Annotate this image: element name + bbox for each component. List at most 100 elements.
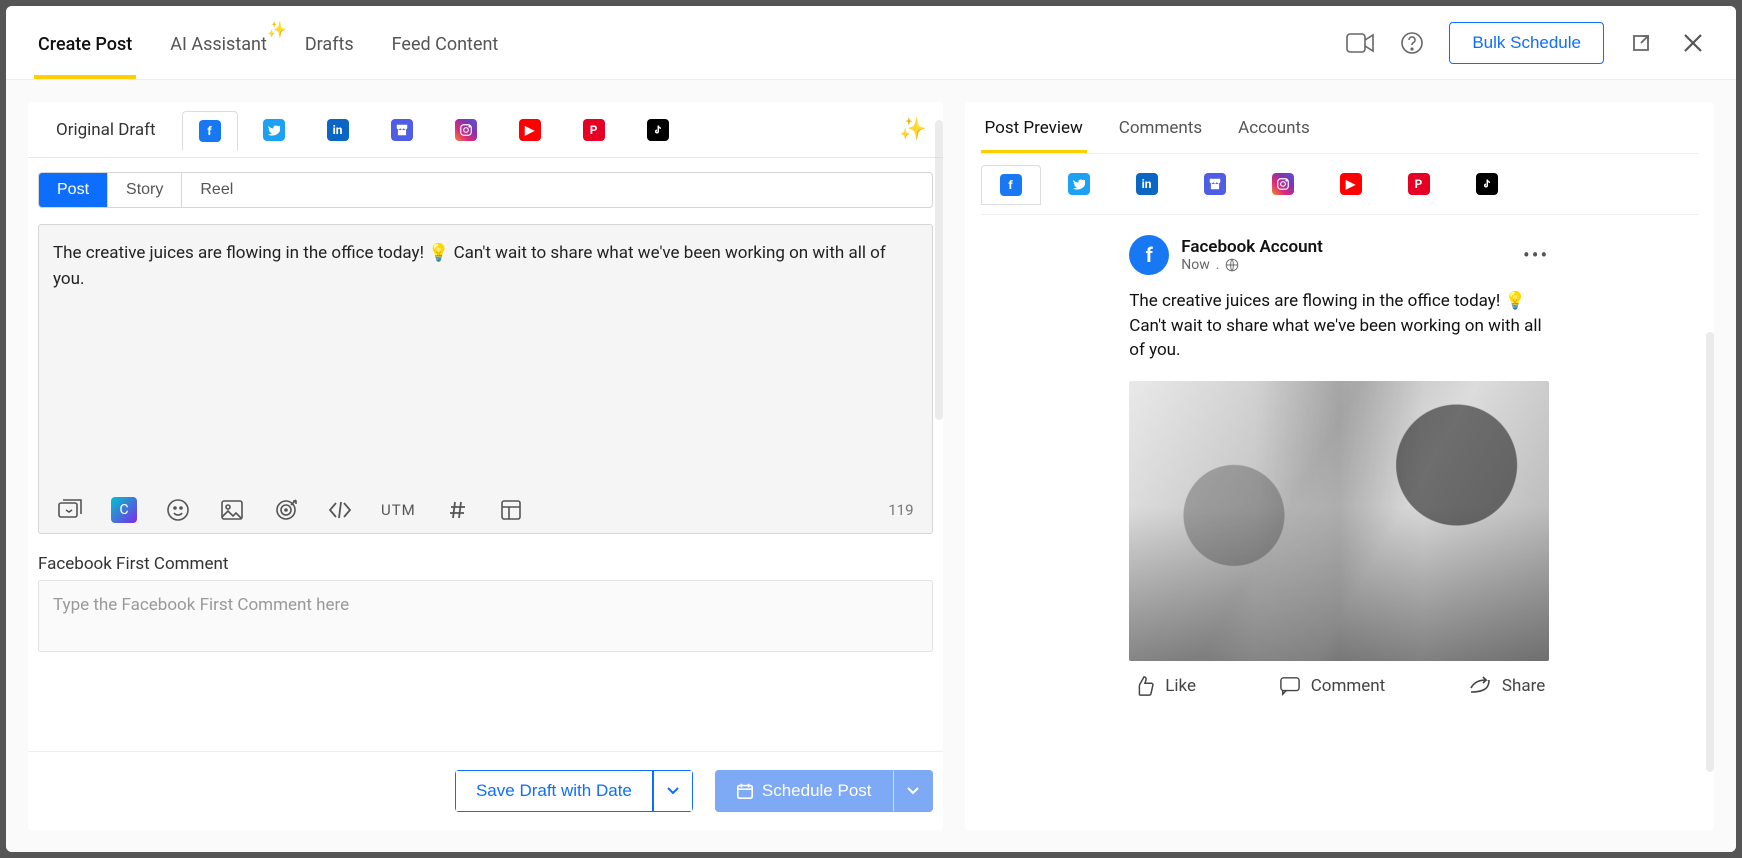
like-icon	[1133, 675, 1155, 697]
tab-ai-assistant-label: AI Assistant	[170, 34, 267, 55]
template-icon[interactable]	[498, 497, 524, 523]
pinterest-icon: P	[1408, 173, 1430, 195]
channel-pinterest[interactable]: P	[566, 110, 622, 150]
channel-instagram[interactable]	[438, 110, 494, 150]
gmb-icon	[391, 119, 413, 141]
fb-preview-header: f Facebook Account Now . •••	[1129, 235, 1549, 275]
original-draft-tab[interactable]: Original Draft	[38, 106, 174, 154]
fb-preview-actions: Like Comment Share	[1129, 661, 1549, 697]
tab-comments[interactable]: Comments	[1115, 106, 1206, 153]
fb-share-button[interactable]: Share	[1468, 675, 1545, 697]
preview-channel-gmb[interactable]	[1185, 164, 1245, 204]
tab-create-post[interactable]: Create Post	[34, 10, 136, 79]
tab-drafts[interactable]: Drafts	[301, 10, 358, 79]
youtube-icon: ▶	[519, 119, 541, 141]
post-text-input[interactable]: The creative juices are flowing in the o…	[39, 225, 932, 487]
avatar: f	[1129, 235, 1169, 275]
preview-channel-facebook[interactable]: f	[981, 165, 1041, 205]
twitter-icon	[263, 119, 285, 141]
preview-channel-instagram[interactable]	[1253, 164, 1313, 204]
help-icon[interactable]	[1397, 28, 1427, 58]
dot: .	[1216, 257, 1220, 273]
channel-linkedin[interactable]: in	[310, 110, 366, 150]
editor-box: The creative juices are flowing in the o…	[38, 224, 933, 534]
sparkle-icon: ✨	[267, 20, 287, 39]
gmb-icon	[1204, 173, 1226, 195]
instagram-icon	[1272, 173, 1294, 195]
save-draft-chevron[interactable]	[653, 770, 693, 812]
youtube-icon: ▶	[1340, 173, 1362, 195]
save-draft-button[interactable]: Save Draft with Date	[455, 770, 653, 812]
utm-button[interactable]: UTM	[381, 501, 416, 519]
topbar: Create Post AI Assistant ✨ Drafts Feed C…	[6, 6, 1736, 80]
post-type-reel[interactable]: Reel	[182, 173, 251, 207]
schedule-post-button[interactable]: Schedule Post	[715, 770, 893, 812]
tab-ai-assistant[interactable]: AI Assistant ✨	[166, 10, 271, 79]
post-type-story[interactable]: Story	[108, 173, 182, 207]
top-tabs: Create Post AI Assistant ✨ Drafts Feed C…	[34, 6, 502, 79]
expand-icon[interactable]	[1626, 28, 1656, 58]
compose-footer: Save Draft with Date Schedule Post	[28, 751, 943, 830]
facebook-icon: f	[1000, 174, 1022, 196]
code-icon[interactable]	[327, 497, 353, 523]
first-comment-input[interactable]: Type the Facebook First Comment here	[38, 580, 933, 652]
more-icon[interactable]: •••	[1523, 243, 1549, 267]
post-type-segment: Post Story Reel	[38, 172, 933, 208]
emoji-icon[interactable]	[165, 497, 191, 523]
char-count: 119	[888, 501, 913, 519]
body: Original Draft f in ▶ P ✨ Post Story Ree…	[6, 80, 1736, 852]
preview-channel-tiktok[interactable]	[1457, 164, 1517, 204]
linkedin-icon: in	[327, 119, 349, 141]
preview-channel-row: f in ▶ P	[981, 154, 1698, 215]
fb-post-meta: Now .	[1181, 257, 1323, 273]
video-icon[interactable]	[1345, 28, 1375, 58]
channel-gmb[interactable]	[374, 110, 430, 150]
preview-panel: Post Preview Comments Accounts f in ▶ P …	[965, 102, 1714, 830]
calendar-icon	[736, 782, 754, 800]
post-type-post[interactable]: Post	[39, 173, 108, 207]
fb-comment-button[interactable]: Comment	[1279, 675, 1386, 697]
channel-youtube[interactable]: ▶	[502, 110, 558, 150]
image-icon[interactable]	[219, 497, 245, 523]
tab-post-preview[interactable]: Post Preview	[981, 106, 1087, 153]
fb-post-time: Now	[1181, 257, 1210, 273]
bulk-schedule-button[interactable]: Bulk Schedule	[1449, 22, 1604, 64]
scrollbar[interactable]	[1706, 332, 1714, 772]
globe-icon	[1225, 258, 1239, 272]
tiktok-icon	[1476, 173, 1498, 195]
preview-channel-pinterest[interactable]: P	[1389, 164, 1449, 204]
fb-like-button[interactable]: Like	[1133, 675, 1196, 697]
preview-tabs: Post Preview Comments Accounts	[981, 106, 1698, 154]
ai-sparkle-icon[interactable]: ✨	[899, 117, 926, 142]
preview-channel-twitter[interactable]	[1049, 164, 1109, 204]
channel-twitter[interactable]	[246, 110, 302, 150]
linkedin-icon: in	[1136, 173, 1158, 195]
tiktok-icon	[647, 119, 669, 141]
tab-feed-content[interactable]: Feed Content	[388, 10, 503, 79]
channel-facebook[interactable]: f	[182, 111, 238, 151]
schedule-post-label: Schedule Post	[762, 781, 872, 801]
facebook-icon: f	[199, 120, 221, 142]
preview-channel-linkedin[interactable]: in	[1117, 164, 1177, 204]
schedule-post-split: Schedule Post	[715, 770, 933, 812]
fb-preview-body: The creative juices are flowing in the o…	[1129, 289, 1549, 363]
canva-icon[interactable]: C	[111, 497, 137, 523]
twitter-icon	[1068, 173, 1090, 195]
pinterest-icon: P	[583, 119, 605, 141]
channel-tiktok[interactable]	[630, 110, 686, 150]
preview-channel-youtube[interactable]: ▶	[1321, 164, 1381, 204]
scrollbar[interactable]	[935, 120, 943, 420]
first-comment-label: Facebook First Comment	[38, 554, 933, 574]
instagram-icon	[455, 119, 477, 141]
schedule-post-chevron[interactable]	[893, 770, 933, 812]
compose-panel: Original Draft f in ▶ P ✨ Post Story Ree…	[28, 102, 943, 830]
hashtag-icon[interactable]	[444, 497, 470, 523]
top-actions: Bulk Schedule	[1345, 22, 1708, 64]
tab-accounts[interactable]: Accounts	[1234, 106, 1314, 153]
media-library-icon[interactable]	[57, 497, 83, 523]
share-icon	[1468, 676, 1492, 696]
fb-like-label: Like	[1165, 676, 1196, 696]
close-icon[interactable]	[1678, 28, 1708, 58]
target-icon[interactable]	[273, 497, 299, 523]
fb-share-label: Share	[1502, 676, 1545, 696]
